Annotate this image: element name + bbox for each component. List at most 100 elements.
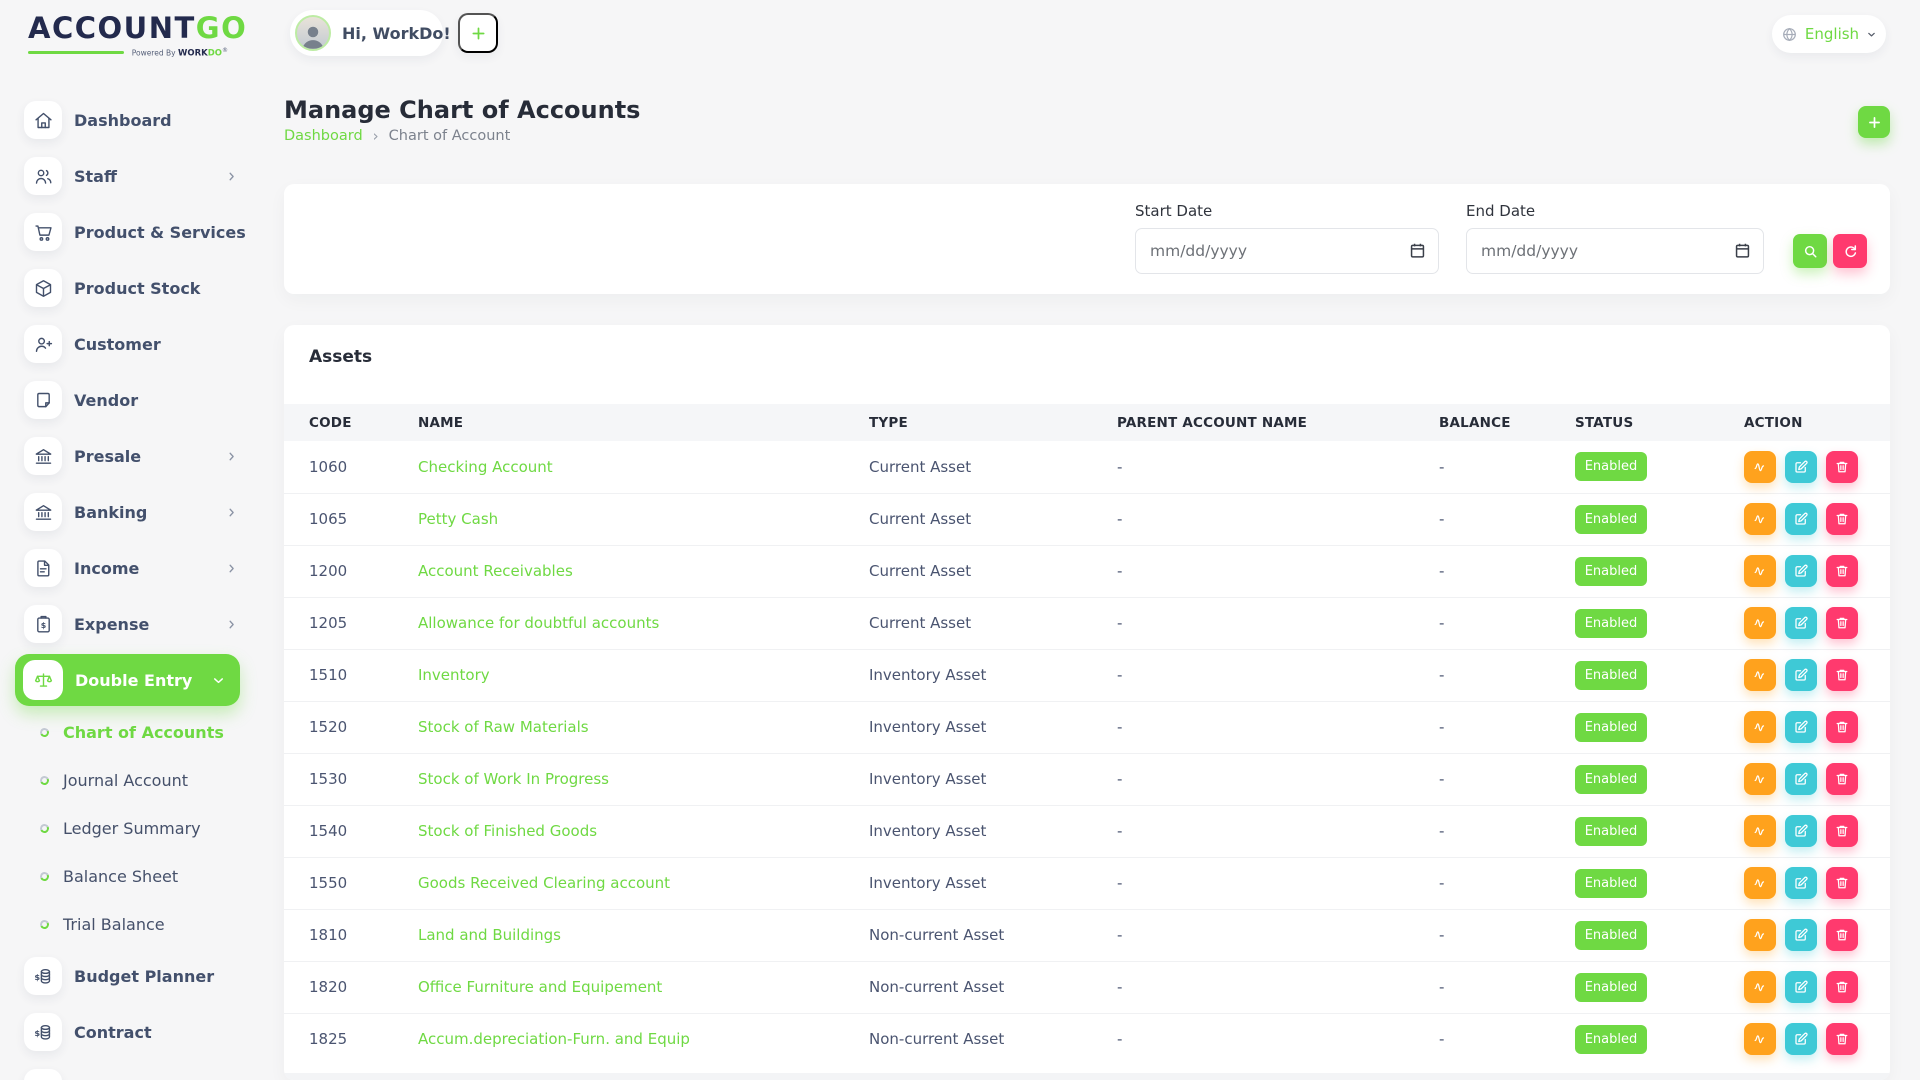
parent-account-name: - bbox=[1117, 1013, 1439, 1065]
edit-button[interactable] bbox=[1785, 555, 1817, 587]
edit-button[interactable] bbox=[1785, 451, 1817, 483]
account-name-link[interactable]: Stock of Finished Goods bbox=[418, 822, 597, 840]
edit-button[interactable] bbox=[1785, 503, 1817, 535]
delete-button[interactable] bbox=[1826, 503, 1858, 535]
start-date-input[interactable] bbox=[1135, 228, 1439, 274]
action-buttons bbox=[1744, 711, 1890, 743]
account-name-link[interactable]: Petty Cash bbox=[418, 510, 498, 528]
sidebar-item-customer[interactable]: Customer bbox=[0, 316, 264, 372]
sidebar: ACCOUNTGO Powered By WORKDO® DashboardSt… bbox=[0, 0, 264, 1080]
table-row: 1810Land and BuildingsNon-current Asset-… bbox=[284, 909, 1890, 961]
quick-add-button[interactable] bbox=[458, 13, 498, 53]
edit-button[interactable] bbox=[1785, 815, 1817, 847]
edit-button[interactable] bbox=[1785, 919, 1817, 951]
sidebar-item-product-services[interactable]: Product & Services bbox=[0, 204, 264, 260]
table-row: 1065Petty CashCurrent Asset--Enabled bbox=[284, 493, 1890, 545]
account-name-link[interactable]: Land and Buildings bbox=[418, 926, 561, 944]
account-name-link[interactable]: Goods Received Clearing account bbox=[418, 874, 670, 892]
activity-button[interactable] bbox=[1744, 607, 1776, 639]
account-name-link[interactable]: Office Furniture and Equipement bbox=[418, 978, 662, 996]
search-button[interactable] bbox=[1793, 234, 1827, 268]
sidebar-item-double-entry[interactable]: Double Entry bbox=[15, 654, 240, 706]
sidebar-item-banking[interactable]: Banking bbox=[0, 484, 264, 540]
bullet-icon bbox=[39, 726, 51, 738]
sidebar-item-label: Vendor bbox=[74, 391, 138, 410]
account-name-link[interactable]: Stock of Work In Progress bbox=[418, 770, 609, 788]
sidebar-item-partial[interactable] bbox=[0, 1060, 264, 1080]
sidebar-item-dashboard[interactable]: Dashboard bbox=[0, 92, 264, 148]
delete-button[interactable] bbox=[1826, 867, 1858, 899]
delete-button[interactable] bbox=[1826, 607, 1858, 639]
edit-icon bbox=[1793, 875, 1809, 891]
delete-button[interactable] bbox=[1826, 815, 1858, 847]
activity-button[interactable] bbox=[1744, 711, 1776, 743]
edit-button[interactable] bbox=[1785, 971, 1817, 1003]
reset-button[interactable] bbox=[1833, 234, 1867, 268]
activity-button[interactable] bbox=[1744, 763, 1776, 795]
activity-button[interactable] bbox=[1744, 971, 1776, 1003]
delete-button[interactable] bbox=[1826, 659, 1858, 691]
account-name-link[interactable]: Account Receivables bbox=[418, 562, 573, 580]
sidebar-subitem-balance-sheet[interactable]: Balance Sheet bbox=[0, 852, 264, 900]
account-balance: - bbox=[1439, 493, 1575, 545]
delete-button[interactable] bbox=[1826, 1023, 1858, 1055]
sidebar-subitem-chart-of-accounts[interactable]: Chart of Accounts bbox=[0, 708, 264, 756]
edit-button[interactable] bbox=[1785, 763, 1817, 795]
activity-button[interactable] bbox=[1744, 1023, 1776, 1055]
edit-button[interactable] bbox=[1785, 1023, 1817, 1055]
account-name-link[interactable]: Allowance for doubtful accounts bbox=[418, 614, 659, 632]
sidebar-item-contract[interactable]: $Contract bbox=[0, 1004, 264, 1060]
activity-button[interactable] bbox=[1744, 815, 1776, 847]
account-type: Inventory Asset bbox=[869, 753, 1117, 805]
edit-button[interactable] bbox=[1785, 607, 1817, 639]
sidebar-item-presale[interactable]: Presale bbox=[0, 428, 264, 484]
activity-button[interactable] bbox=[1744, 919, 1776, 951]
sidebar-item-income[interactable]: Income bbox=[0, 540, 264, 596]
delete-button[interactable] bbox=[1826, 763, 1858, 795]
account-code: 1060 bbox=[284, 441, 418, 493]
account-name-cell: Stock of Finished Goods bbox=[418, 805, 869, 857]
activity-button[interactable] bbox=[1744, 867, 1776, 899]
activity-button[interactable] bbox=[1744, 503, 1776, 535]
action-cell bbox=[1744, 545, 1890, 597]
activity-button[interactable] bbox=[1744, 555, 1776, 587]
sidebar-subitem-ledger-summary[interactable]: Ledger Summary bbox=[0, 804, 264, 852]
edit-button[interactable] bbox=[1785, 867, 1817, 899]
add-account-button[interactable] bbox=[1858, 106, 1890, 138]
user-menu[interactable]: Hi, WorkDo! bbox=[290, 10, 443, 56]
sidebar-item-vendor[interactable]: Vendor bbox=[0, 372, 264, 428]
account-balance: - bbox=[1439, 753, 1575, 805]
sidebar-item-product-stock[interactable]: Product Stock bbox=[0, 260, 264, 316]
language-selector[interactable]: English bbox=[1772, 15, 1886, 53]
account-type: Inventory Asset bbox=[869, 701, 1117, 753]
account-name-link[interactable]: Accum.depreciation-Furn. and Equip bbox=[418, 1030, 690, 1048]
delete-button[interactable] bbox=[1826, 451, 1858, 483]
account-type: Non-current Asset bbox=[869, 961, 1117, 1013]
edit-button[interactable] bbox=[1785, 659, 1817, 691]
end-date-input[interactable] bbox=[1466, 228, 1764, 274]
brand-name-account: ACCOUNT bbox=[28, 11, 196, 45]
delete-button[interactable] bbox=[1826, 555, 1858, 587]
activity-button[interactable] bbox=[1744, 451, 1776, 483]
breadcrumb-dashboard-link[interactable]: Dashboard bbox=[284, 128, 363, 144]
status-cell: Enabled bbox=[1575, 805, 1744, 857]
delete-button[interactable] bbox=[1826, 919, 1858, 951]
column-header-balance: BALANCE bbox=[1439, 404, 1575, 441]
activity-button[interactable] bbox=[1744, 659, 1776, 691]
edit-button[interactable] bbox=[1785, 711, 1817, 743]
account-balance: - bbox=[1439, 1013, 1575, 1065]
account-type: Inventory Asset bbox=[869, 857, 1117, 909]
account-type: Inventory Asset bbox=[869, 649, 1117, 701]
account-name-link[interactable]: Inventory bbox=[418, 666, 490, 684]
sidebar-subitem-trial-balance[interactable]: Trial Balance bbox=[0, 900, 264, 948]
sidebar-subitem-journal-account[interactable]: Journal Account bbox=[0, 756, 264, 804]
account-name-link[interactable]: Checking Account bbox=[418, 458, 553, 476]
sidebar-item-expense[interactable]: $Expense bbox=[0, 596, 264, 652]
delete-button[interactable] bbox=[1826, 711, 1858, 743]
refresh-icon bbox=[1842, 243, 1859, 260]
action-buttons bbox=[1744, 1023, 1890, 1055]
delete-button[interactable] bbox=[1826, 971, 1858, 1003]
sidebar-item-budget-planner[interactable]: $Budget Planner bbox=[0, 948, 264, 1004]
sidebar-item-staff[interactable]: Staff bbox=[0, 148, 264, 204]
account-name-link[interactable]: Stock of Raw Materials bbox=[418, 718, 589, 736]
